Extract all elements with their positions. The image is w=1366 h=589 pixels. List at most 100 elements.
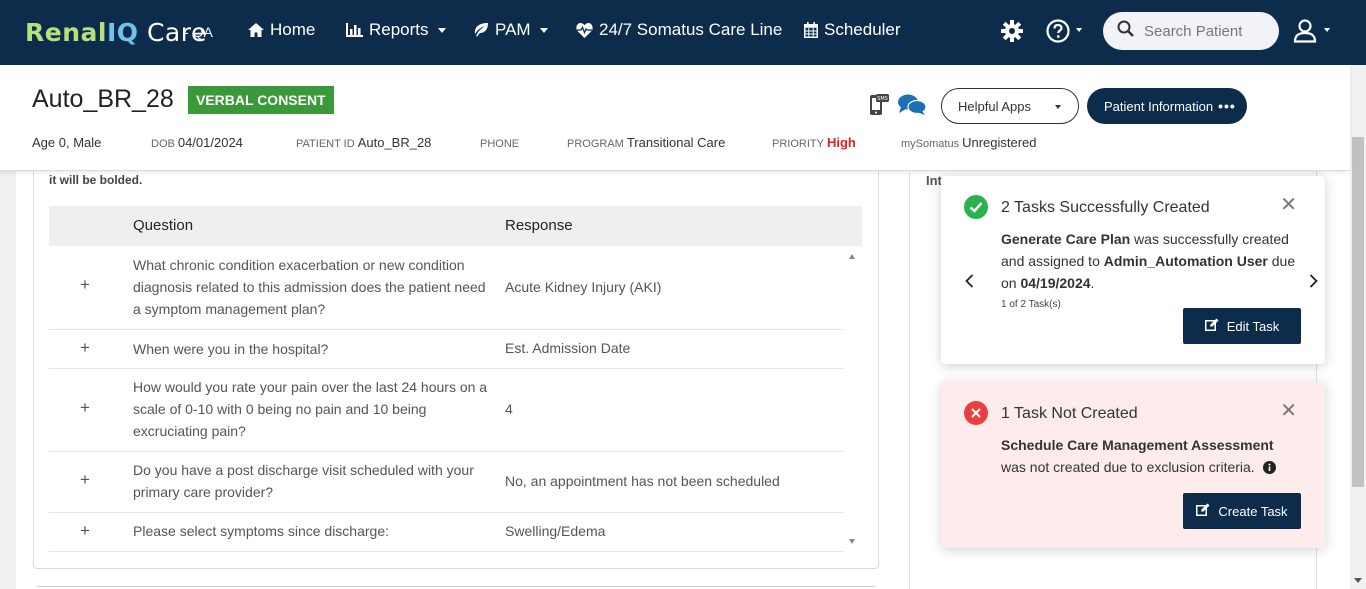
assessment-table: Question Response + What chronic conditi… — [49, 206, 862, 552]
table-row: + Please select symptoms since discharge… — [49, 513, 844, 552]
task-counter: 1 of 2 Task(s) — [1001, 299, 1061, 310]
left-gutter — [0, 171, 16, 589]
edit-task-label: Edit Task — [1226, 318, 1280, 334]
helpful-apps-dropdown[interactable]: Helpful Apps — [941, 88, 1079, 124]
phone-label: PHONE — [480, 138, 520, 150]
chevron-down-icon — [1076, 27, 1082, 32]
due-date: 04/19/2024 — [1020, 275, 1091, 291]
assigned-user: Admin_Automation User — [1103, 253, 1268, 269]
chevron-down-icon — [1324, 27, 1330, 32]
table-row: + What chronic condition exacerbation or… — [49, 246, 844, 330]
logo-iq-text: IQ — [106, 18, 139, 47]
nav-reports-label: Reports — [369, 20, 429, 39]
question-text: What chronic condition exacerbation or n… — [133, 257, 486, 317]
close-icon[interactable]: ✕ — [1280, 401, 1297, 421]
patient-information-label: Patient Information — [1104, 98, 1214, 114]
patient-program: PROGRAM Transitional Care — [567, 135, 725, 150]
search-icon — [1117, 20, 1134, 42]
expand-plus-icon[interactable]: + — [80, 275, 90, 295]
scroll-up-arrow-icon[interactable] — [849, 254, 855, 259]
expand-plus-icon[interactable]: + — [80, 470, 90, 490]
patient-header: Auto_BR_28 VERBAL CONSENT SMS Helpful Ap… — [0, 65, 1350, 171]
scroll-down-arrow-icon[interactable] — [849, 539, 855, 544]
search-patient-input[interactable] — [1144, 22, 1264, 40]
edit-icon — [1196, 503, 1210, 519]
close-icon[interactable]: ✕ — [1280, 195, 1297, 215]
edit-task-button[interactable]: Edit Task — [1183, 308, 1301, 344]
create-task-label: Create Task — [1218, 503, 1288, 519]
nav-home-label: Home — [270, 20, 316, 39]
gear-icon[interactable] — [1001, 20, 1023, 47]
patient-priority: PRIORITY High — [772, 135, 856, 150]
chat-icon[interactable] — [897, 94, 927, 121]
mysomatus-value: Unregistered — [962, 135, 1037, 150]
search-box[interactable] — [1103, 12, 1279, 50]
patient-name: Auto_BR_28 — [32, 85, 174, 113]
nav-pam[interactable]: PAM — [473, 20, 548, 40]
question-text: Please select symptoms since discharge: — [133, 523, 389, 539]
bar-chart-icon — [346, 23, 363, 37]
scrollbar-thumb[interactable] — [1352, 137, 1364, 487]
nav-care-line-label: 24/7 Somatus Care Line — [599, 20, 783, 39]
patient-id-label: PATIENT ID — [296, 138, 355, 150]
environment-label: - QA — [184, 24, 213, 40]
program-label: PROGRAM — [567, 138, 624, 150]
logo-renal-text: Renal — [25, 18, 107, 47]
toast-message: Generate Care Plan was successfully crea… — [1001, 228, 1301, 294]
chevron-left-icon[interactable] — [965, 274, 974, 293]
chevron-right-icon[interactable] — [1309, 274, 1318, 293]
leaf-icon — [473, 23, 489, 37]
help-menu[interactable] — [1046, 19, 1082, 48]
home-icon — [248, 23, 264, 37]
column-header-response: Response — [505, 217, 573, 234]
create-task-button[interactable]: Create Task — [1183, 493, 1301, 529]
nav-home[interactable]: Home — [248, 20, 315, 40]
heartbeat-icon — [576, 22, 593, 38]
response-text: 4 — [505, 401, 513, 417]
chevron-down-icon — [1055, 105, 1061, 109]
panel-divider — [909, 171, 910, 589]
dob-label: DOB — [151, 138, 175, 150]
patient-id: PATIENT ID Auto_BR_28 — [296, 135, 431, 150]
consent-badge: VERBAL CONSENT — [188, 86, 334, 114]
table-row: + Do you have a post discharge visit sch… — [49, 452, 844, 513]
toast-title: 2 Tasks Successfully Created — [1001, 199, 1210, 216]
nav-care-line[interactable]: 24/7 Somatus Care Line — [576, 20, 782, 40]
mysomatus-label: mySomatus — [901, 138, 960, 150]
instruction-note: it will be bolded. — [49, 173, 143, 187]
table-header: Question Response — [49, 206, 862, 246]
patient-phone: PHONE — [480, 135, 522, 150]
sms-icon[interactable]: SMS — [869, 94, 889, 121]
patient-dob: DOB 04/01/2024 — [151, 135, 243, 150]
toast-text: . — [1090, 275, 1095, 291]
expand-plus-icon[interactable]: + — [80, 338, 90, 358]
info-icon[interactable] — [1262, 458, 1276, 480]
priority-label: PRIORITY — [772, 138, 824, 150]
response-text: No, an appointment has not been schedule… — [505, 473, 780, 489]
patient-information-button[interactable]: Patient Information ••• — [1087, 88, 1247, 124]
nav-scheduler-label: Scheduler — [824, 20, 901, 39]
x-circle-icon — [964, 401, 988, 425]
user-icon — [1293, 19, 1319, 48]
response-text: Est. Admission Date — [505, 340, 631, 356]
question-text: Do you have a post discharge visit sched… — [133, 462, 474, 500]
toast-text: was not created due to exclusion criteri… — [1001, 459, 1255, 475]
renaliq-logo[interactable]: RenalIQ Care — [25, 18, 207, 47]
nav-reports[interactable]: Reports — [346, 20, 446, 40]
dob-value: 04/01/2024 — [177, 135, 243, 150]
side-panel-label: Int — [926, 173, 942, 188]
question-circle-icon — [1046, 19, 1070, 48]
program-value: Transitional Care — [626, 135, 726, 150]
scroll-down-arrow-icon[interactable] — [1354, 578, 1362, 583]
nav-scheduler[interactable]: Scheduler — [804, 20, 901, 40]
expand-plus-icon[interactable]: + — [80, 521, 90, 541]
expand-plus-icon[interactable]: + — [80, 398, 90, 418]
table-scrollbar[interactable] — [844, 246, 862, 552]
check-circle-icon — [964, 195, 988, 219]
page-scrollbar[interactable] — [1350, 65, 1366, 589]
nav-pam-label: PAM — [495, 20, 531, 39]
chevron-down-icon — [437, 27, 446, 33]
user-menu[interactable] — [1293, 19, 1330, 48]
helpful-apps-label: Helpful Apps — [958, 98, 1031, 114]
calendar-icon — [804, 22, 818, 38]
